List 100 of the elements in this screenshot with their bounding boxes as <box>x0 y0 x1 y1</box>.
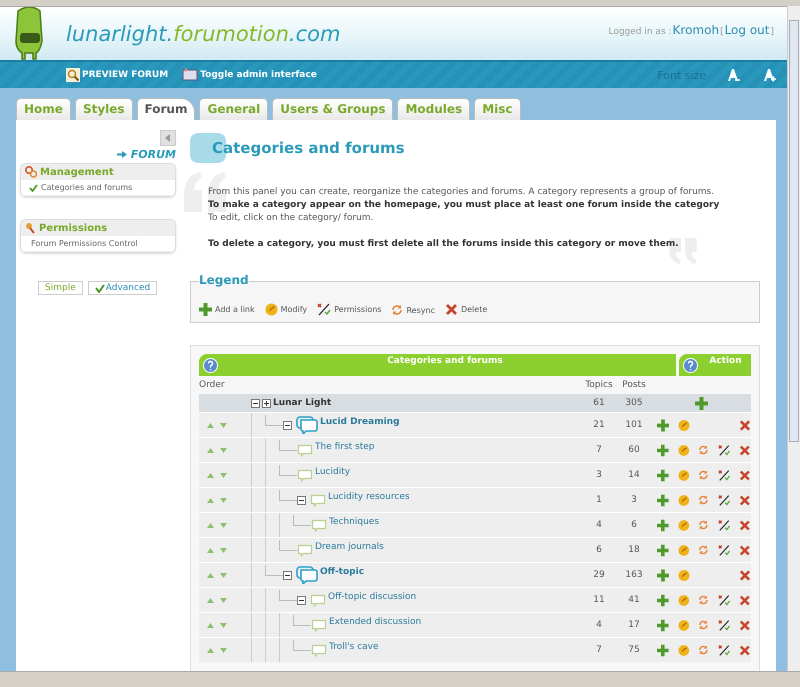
move-down-icon[interactable] <box>220 548 227 552</box>
pencil-coin-icon[interactable] <box>678 594 690 606</box>
mode-button[interactable]: Simple <box>38 281 83 295</box>
resync-icon[interactable] <box>698 544 709 556</box>
resync-icon[interactable] <box>698 619 709 631</box>
delete-icon[interactable] <box>739 544 751 556</box>
permissions-icon[interactable] <box>718 444 730 456</box>
pencil-coin-icon[interactable] <box>678 444 690 456</box>
tab[interactable]: Modules <box>397 98 470 120</box>
plus-icon[interactable] <box>657 518 669 532</box>
plus-icon[interactable] <box>657 444 669 456</box>
admin-link[interactable]: Toggle admin interface <box>182 67 317 83</box>
delete-icon[interactable] <box>739 444 751 456</box>
move-up-icon[interactable] <box>207 648 214 652</box>
username-link[interactable]: Kromoh <box>672 23 720 37</box>
font-increase-icon[interactable] <box>762 68 776 82</box>
forum-link[interactable]: Techniques <box>329 517 380 527</box>
tab[interactable]: Home <box>16 98 71 120</box>
permissions-icon[interactable] <box>317 303 332 316</box>
permissions-icon[interactable] <box>718 594 730 606</box>
delete-icon[interactable] <box>739 644 751 656</box>
tab[interactable]: Users & Groups <box>272 98 394 120</box>
resync-icon[interactable] <box>391 304 404 316</box>
admin-link[interactable]: PREVIEW FORUM <box>66 68 168 82</box>
collapse-toggle-icon[interactable] <box>297 496 306 504</box>
menu-item[interactable]: Forum Permissions Control <box>21 236 175 252</box>
move-up-icon[interactable] <box>207 472 214 478</box>
resync-icon[interactable] <box>698 469 709 481</box>
move-down-icon[interactable] <box>220 622 227 628</box>
forum-link[interactable]: Off-topic discussion <box>328 592 416 602</box>
plus-icon[interactable] <box>657 494 669 506</box>
move-down-icon[interactable] <box>220 498 227 502</box>
help-icon[interactable] <box>683 358 698 372</box>
tab[interactable]: Misc <box>474 98 521 120</box>
plus-icon[interactable] <box>199 303 212 316</box>
permissions-icon[interactable] <box>718 518 730 532</box>
pencil-coin-icon[interactable] <box>678 518 690 532</box>
forum-link[interactable]: The first step <box>315 442 375 452</box>
permissions-icon[interactable] <box>718 494 730 506</box>
permissions-icon[interactable] <box>718 468 730 482</box>
category-name[interactable]: Lunar Light <box>273 398 332 408</box>
permissions-icon[interactable] <box>718 644 730 656</box>
move-down-icon[interactable] <box>220 472 227 478</box>
pencil-coin-icon[interactable] <box>678 618 690 632</box>
plus-icon[interactable] <box>694 396 708 410</box>
move-up-icon[interactable] <box>207 548 214 552</box>
move-down-icon[interactable] <box>220 448 227 452</box>
move-up-icon[interactable] <box>207 598 214 602</box>
forum-link[interactable]: Lucid Dreaming <box>320 417 400 427</box>
resync-icon[interactable] <box>698 494 709 506</box>
move-down-icon[interactable] <box>220 422 227 428</box>
forum-link[interactable]: Dream journals <box>315 542 384 552</box>
expand-toggle-icon[interactable] <box>262 398 271 408</box>
font-decrease-icon[interactable] <box>726 68 740 82</box>
resync-icon[interactable] <box>698 644 709 656</box>
move-up-icon[interactable] <box>207 572 214 578</box>
move-up-icon[interactable] <box>207 498 214 502</box>
collapse-toggle-icon[interactable] <box>283 420 292 430</box>
collapse-toggle-icon[interactable] <box>297 596 306 604</box>
pencil-coin-icon[interactable] <box>678 494 690 506</box>
forum-link[interactable]: Lucidity <box>315 467 350 477</box>
move-up-icon[interactable] <box>207 622 214 628</box>
delete-icon[interactable] <box>739 618 751 632</box>
collapse-toggle-icon[interactable] <box>251 398 260 408</box>
pencil-coin-icon[interactable] <box>678 468 690 482</box>
forum-link[interactable]: Troll's cave <box>329 642 379 652</box>
menu-item[interactable]: Categories and forums <box>21 180 175 196</box>
forum-link[interactable]: Off-topic <box>320 567 364 577</box>
help-icon[interactable] <box>203 358 218 372</box>
delete-icon[interactable] <box>739 594 751 606</box>
plus-icon[interactable] <box>657 594 669 606</box>
forum-link[interactable]: Lucidity resources <box>328 492 410 502</box>
plus-icon[interactable] <box>657 568 669 582</box>
pencil-coin-icon[interactable] <box>264 303 278 316</box>
forum-link[interactable]: Extended discussion <box>329 617 422 627</box>
plus-icon[interactable] <box>657 418 669 432</box>
pencil-coin-icon[interactable] <box>678 568 690 582</box>
permissions-icon[interactable] <box>718 618 730 632</box>
permissions-icon[interactable] <box>718 544 730 556</box>
delete-icon[interactable] <box>739 468 751 482</box>
mode-button[interactable]: Advanced <box>88 281 158 295</box>
plus-icon[interactable] <box>657 644 669 656</box>
resync-icon[interactable] <box>698 519 709 531</box>
pencil-coin-icon[interactable] <box>678 544 690 556</box>
move-up-icon[interactable] <box>207 422 214 428</box>
plus-icon[interactable] <box>657 544 669 556</box>
scrollbar[interactable] <box>787 6 800 672</box>
collapse-icon[interactable] <box>160 130 176 146</box>
delete-icon[interactable] <box>739 418 751 432</box>
tab[interactable]: Styles <box>74 98 133 120</box>
logout-link[interactable]: Log out <box>724 23 770 37</box>
tab[interactable]: Forum <box>136 98 196 120</box>
move-up-icon[interactable] <box>207 448 214 452</box>
move-down-icon[interactable] <box>220 648 227 652</box>
collapse-toggle-icon[interactable] <box>283 570 292 580</box>
move-down-icon[interactable] <box>220 598 227 602</box>
move-down-icon[interactable] <box>220 522 227 528</box>
move-up-icon[interactable] <box>207 522 214 528</box>
delete-icon[interactable] <box>739 518 751 532</box>
pencil-coin-icon[interactable] <box>678 418 690 432</box>
